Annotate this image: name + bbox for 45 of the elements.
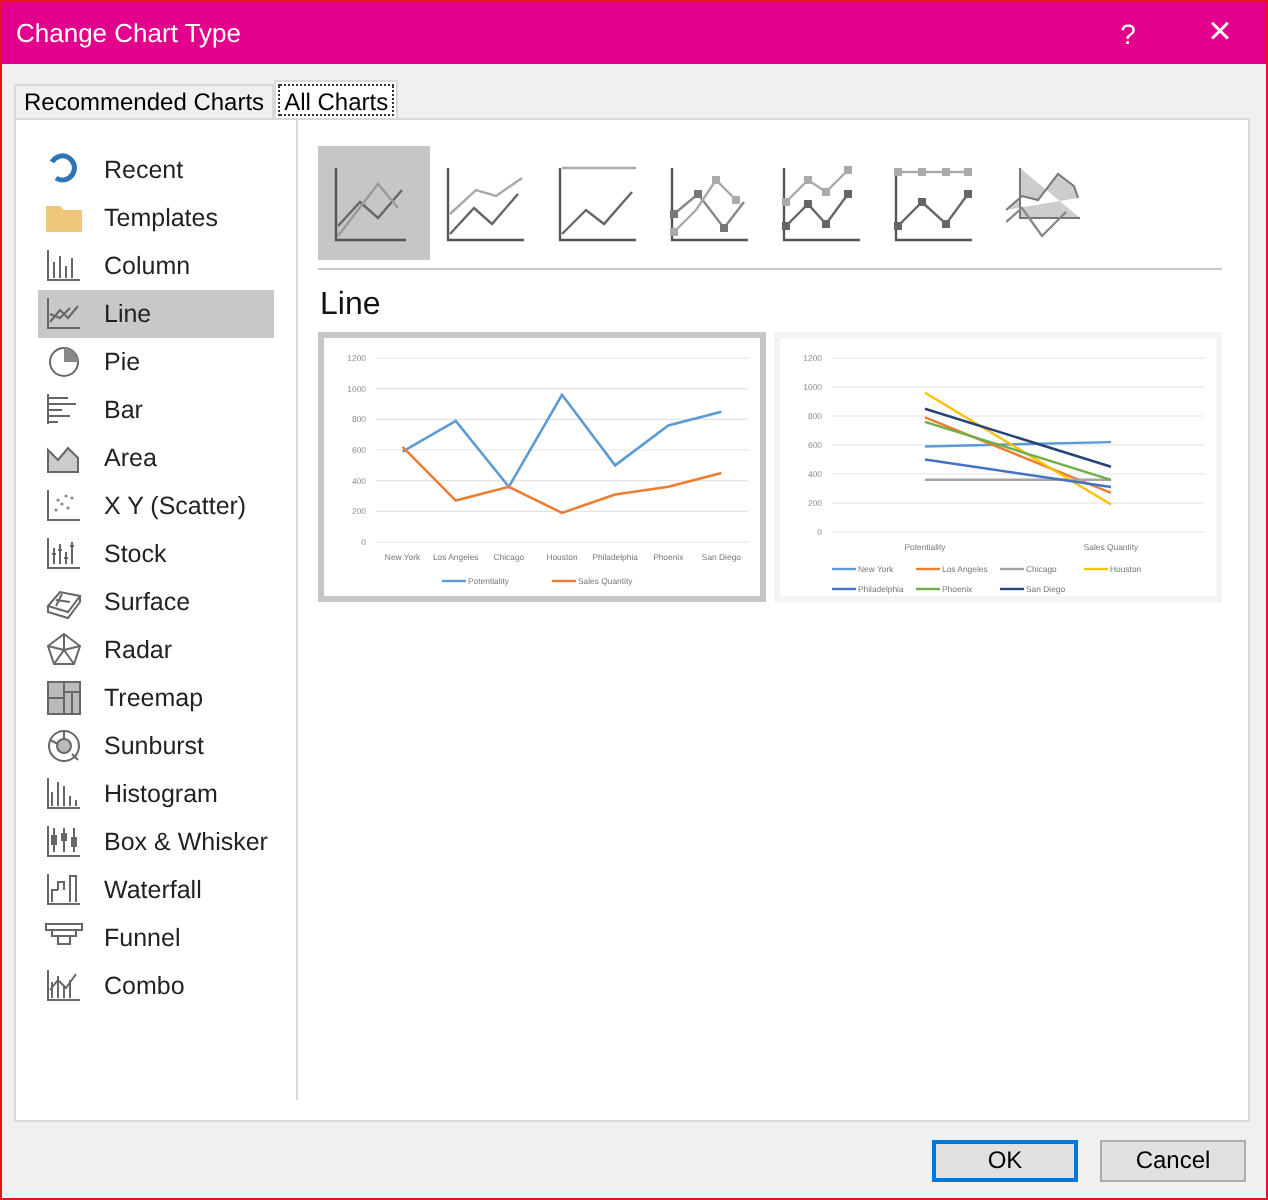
chart-type-item[interactable]: X Y (Scatter) [38,482,274,530]
chart-type-item[interactable]: Pie [38,338,274,386]
line-chart-icon [670,165,750,241]
chart-type-item[interactable]: Treemap [38,674,274,722]
chart-type-item[interactable]: Surface [38,578,274,626]
chart-type-item[interactable]: Column [38,242,274,290]
help-button[interactable]: ? [1082,2,1174,64]
line-chart-icon [782,165,862,241]
chart-type-icon [44,822,84,862]
cancel-button[interactable]: Cancel [1100,1139,1246,1181]
chart-type-item[interactable]: Combo [38,962,274,1010]
chart-type-icon [44,966,84,1006]
chart-type-heading: Line [320,288,383,324]
chart-type-icon [44,486,84,526]
window-title: Change Chart Type [16,18,243,48]
chart-type-item[interactable]: Waterfall [38,866,274,914]
chart-type-icon [44,294,84,334]
chart-type-icon [44,774,84,814]
chart-type-item[interactable]: Templates [38,194,274,242]
chart-type-item[interactable]: Recent [38,146,274,194]
chart-type-icon [44,534,84,574]
chart-type-item[interactable]: Bar [38,386,274,434]
line-chart-icon [446,165,526,241]
chart-type-item[interactable]: Funnel [38,914,274,962]
line-chart-icon [558,165,638,241]
chart-type-item[interactable]: Sunburst [38,722,274,770]
subtype-button[interactable] [318,146,430,260]
chart-type-item[interactable]: Histogram [38,770,274,818]
chart-type-item[interactable]: Area [38,434,274,482]
chart-type-item[interactable]: Radar [38,626,274,674]
chart-type-item[interactable]: Line [38,290,274,338]
chart-type-icon [44,630,84,670]
tab[interactable]: All Charts [274,80,399,120]
chart-type-icon [44,246,84,286]
line-chart-icon [1006,165,1086,241]
close-button[interactable]: × [1174,2,1266,64]
ok-button[interactable]: OK [932,1139,1078,1181]
chart-type-icon [44,678,84,718]
chart-type-icon [44,342,84,382]
chart-type-icon [44,726,84,766]
tab[interactable]: Recommended Charts [14,84,275,118]
chart-type-icon [44,870,84,910]
line-chart-icon [894,165,974,241]
chart-type-item[interactable]: Stock [38,530,274,578]
chart-type-item[interactable]: Box & Whisker [38,818,274,866]
